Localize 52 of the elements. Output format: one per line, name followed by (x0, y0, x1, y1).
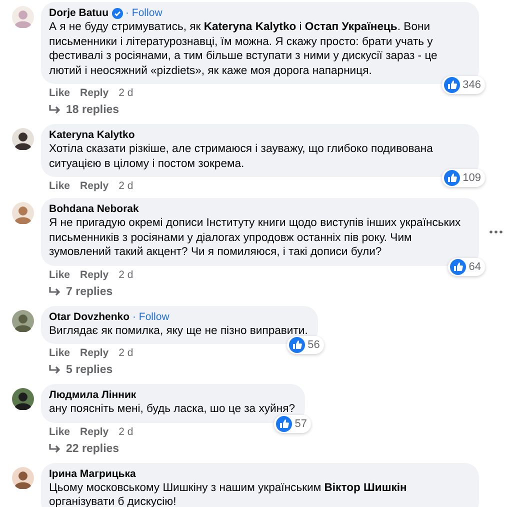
comment-text: Цьому московському Шишкіну з нашим українським Віктор Шишкін організувати б дискусію! (49, 480, 408, 507)
view-replies-link[interactable]: 22 replies (41, 438, 305, 454)
comment-time: 2 d (118, 347, 134, 359)
view-replies-link[interactable]: 18 replies (41, 99, 479, 116)
comment-author[interactable]: Kateryna Kalytko (49, 129, 135, 141)
like-icon (444, 77, 460, 93)
comment-action-link[interactable]: Like (49, 347, 70, 359)
reply-arrow-icon (49, 444, 61, 454)
comment-text: ану поясніть мені, будь ласка, шо це за хуйня? (49, 402, 295, 416)
avatar[interactable] (12, 388, 34, 410)
comment-author[interactable]: Dorje Batuu (49, 7, 109, 19)
comment-time: 2 d (118, 268, 134, 280)
reaction-count[interactable]: 56 (286, 336, 324, 354)
comment-time: 2 d (118, 87, 134, 99)
view-replies-link[interactable]: 5 replies (41, 359, 318, 376)
comment-action-link[interactable]: Like (49, 180, 70, 192)
avatar[interactable] (12, 128, 34, 150)
view-replies-link[interactable]: 7 replies (41, 280, 505, 298)
reply-arrow-icon (49, 286, 61, 296)
reaction-count[interactable]: 346 (442, 76, 485, 94)
comment-action-link[interactable]: Reply (80, 426, 109, 438)
comment-author[interactable]: Людмила Лінник (49, 389, 136, 401)
reply-arrow-icon (49, 105, 61, 115)
like-icon (450, 258, 466, 274)
comment-author[interactable]: Ірина Магрицька (49, 468, 136, 480)
comment-time: 2 d (118, 426, 134, 438)
comment-text: Я не пригадую окремі дописи Інституту книги щодо виступів інших українських письменників з росіянами у діалогах упродовж останніх пів року. Чим зумовлений такий акцент? Чи я помиляюся, і такі дописи були? (49, 216, 462, 260)
avatar[interactable] (12, 310, 34, 332)
more-options-button[interactable] (487, 228, 505, 236)
follow-link[interactable]: · Follow (126, 7, 162, 19)
comment-text: А я не буду стримуватись, як Kateryna Kalytko і Остап Українець. Вони письменники і літературознавці, їм можна. Я скажу просто: брати учать у фестивалі з росіянами, а тим більше вступати з ними у дискусії зараз - це лютий і неосяжний «pizdiets», як каже моя дорога напарниця. (49, 20, 438, 78)
comment-text: Виглядає як помилка, яку ще не пізно виправити. (49, 324, 308, 338)
comment-action-link[interactable]: Like (49, 426, 70, 438)
reply-arrow-icon (49, 365, 61, 375)
reaction-count[interactable]: 109 (442, 169, 485, 187)
reaction-count[interactable]: 64 (448, 258, 485, 276)
comment-author[interactable]: Otar Dovzhenko (49, 310, 130, 322)
comment-author[interactable]: Bohdana Neborak (49, 203, 139, 215)
follow-link[interactable]: · Follow (132, 310, 170, 322)
comment-action-link[interactable]: Reply (80, 268, 109, 280)
like-icon (288, 337, 305, 353)
comment-action-link[interactable]: Like (49, 268, 70, 280)
comment-text: Хотіла сказати різкіше, але стримаюся і зауважу, що глибоко подивована ситуацією в цілому і постом зокрема. (49, 142, 434, 171)
more-icon (489, 230, 503, 234)
reaction-count[interactable]: 57 (274, 414, 311, 432)
like-icon (444, 170, 460, 186)
comment-action-link[interactable]: Reply (80, 180, 109, 192)
comment-action-link[interactable]: Reply (80, 87, 109, 99)
comment-action-link[interactable]: Like (49, 87, 70, 99)
comment-time: 2 d (118, 180, 134, 192)
comment-action-link[interactable]: Reply (80, 347, 109, 359)
like-icon (276, 416, 292, 432)
